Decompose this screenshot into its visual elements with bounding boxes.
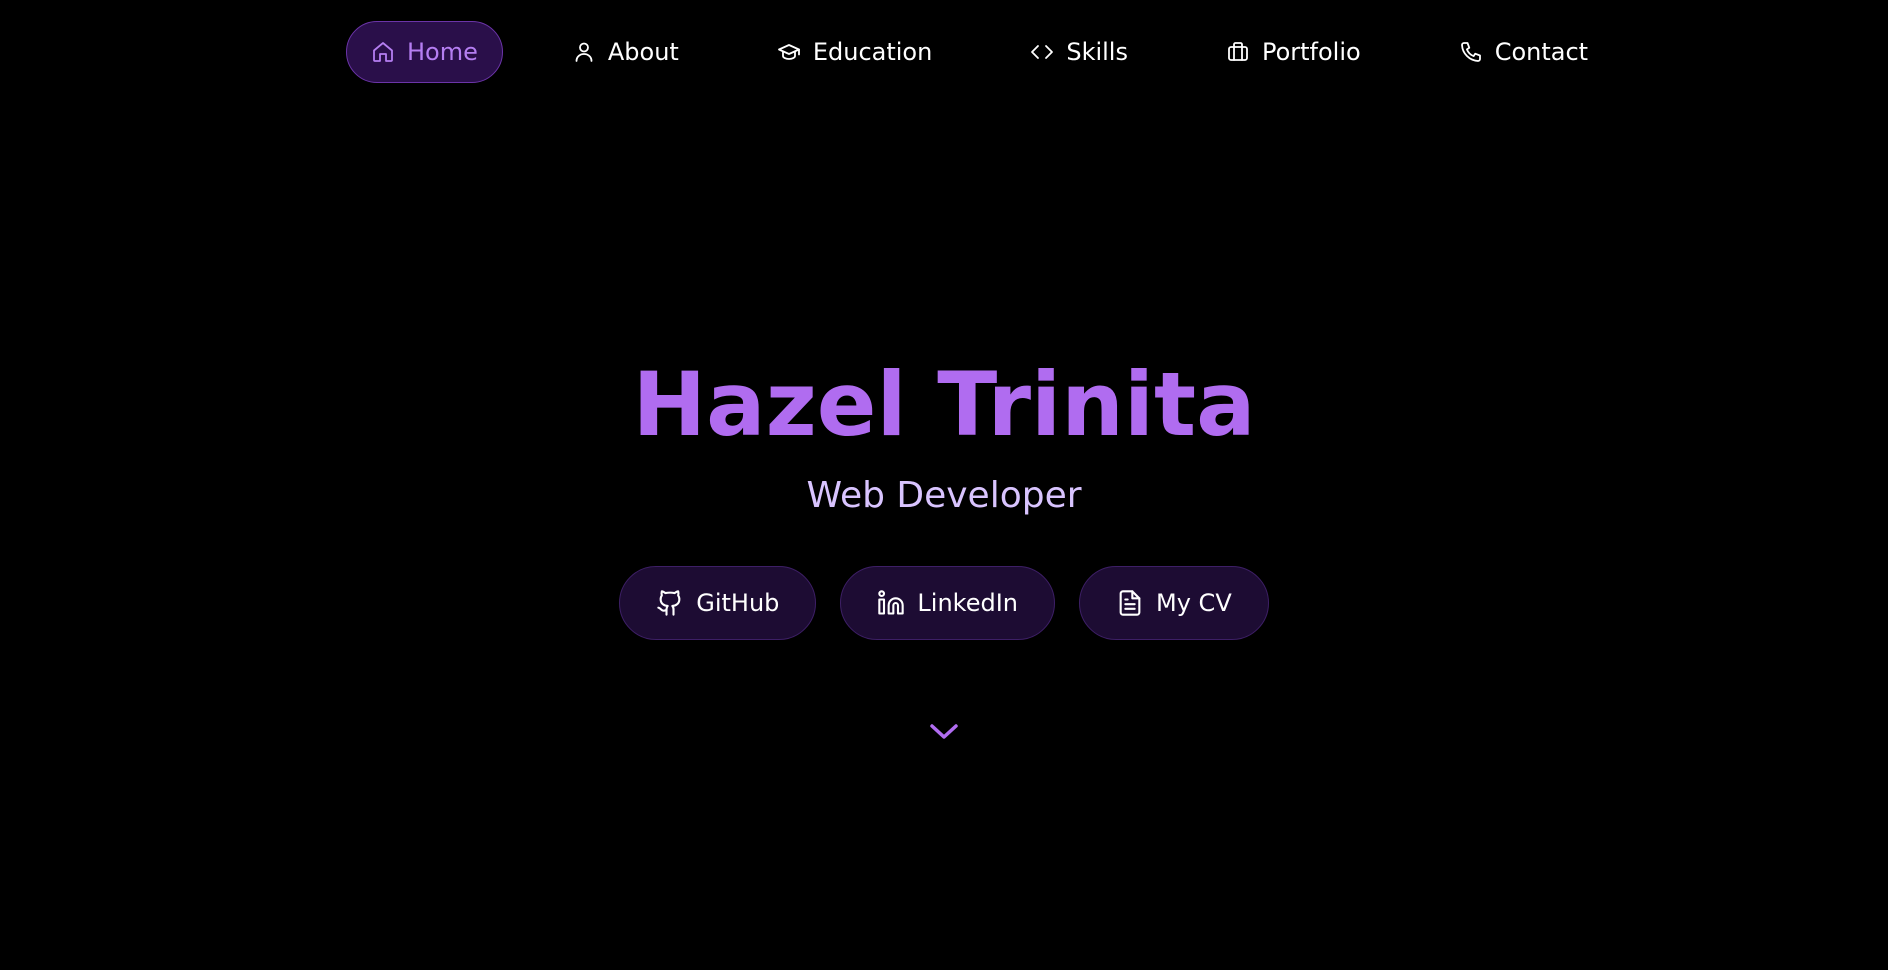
nav-item-label: Skills: [1066, 38, 1128, 66]
briefcase-icon: [1228, 42, 1248, 61]
github-button-label: GitHub: [696, 589, 780, 617]
hero-section: Hazel Trinita Web Developer GitHub Linke…: [0, 350, 1888, 746]
linkedin-icon: [878, 590, 905, 615]
graduation-cap-icon: [777, 44, 800, 60]
chevron-down-icon: [930, 724, 958, 739]
nav-item-about[interactable]: About: [547, 21, 704, 83]
cv-button-label: My CV: [1156, 589, 1232, 617]
document-icon: [1119, 590, 1141, 616]
hero-name: Hazel Trinita: [632, 353, 1256, 456]
hero-links: GitHub LinkedIn My CV: [619, 566, 1269, 640]
scroll-down-button[interactable]: [924, 716, 964, 746]
github-icon: [657, 590, 681, 616]
nav-item-label: Contact: [1494, 38, 1589, 66]
nav-item-education[interactable]: Education: [752, 21, 957, 83]
nav-item-label: About: [607, 38, 679, 66]
github-button[interactable]: GitHub: [619, 566, 817, 640]
page: Home About Education Skills Portfolio Co…: [0, 0, 1888, 970]
code-icon: [1031, 45, 1054, 59]
user-icon: [575, 42, 593, 62]
nav-item-skills[interactable]: Skills: [1005, 21, 1153, 83]
cv-button[interactable]: My CV: [1079, 566, 1269, 640]
nav-item-label: Home: [407, 38, 478, 66]
nav-item-label: Portfolio: [1261, 38, 1361, 66]
nav-item-portfolio[interactable]: Portfolio: [1201, 21, 1386, 83]
nav-item-label: Education: [812, 38, 933, 66]
nav-item-contact[interactable]: Contact: [1434, 21, 1613, 83]
linkedin-button-label: LinkedIn: [917, 589, 1019, 617]
nav-item-home[interactable]: Home: [346, 21, 503, 83]
home-icon: [373, 42, 393, 62]
top-navigation: Home About Education Skills Portfolio Co…: [346, 21, 1613, 83]
linkedin-button[interactable]: LinkedIn: [840, 566, 1056, 640]
phone-icon: [1460, 42, 1481, 62]
hero-role: Web Developer: [806, 475, 1082, 516]
